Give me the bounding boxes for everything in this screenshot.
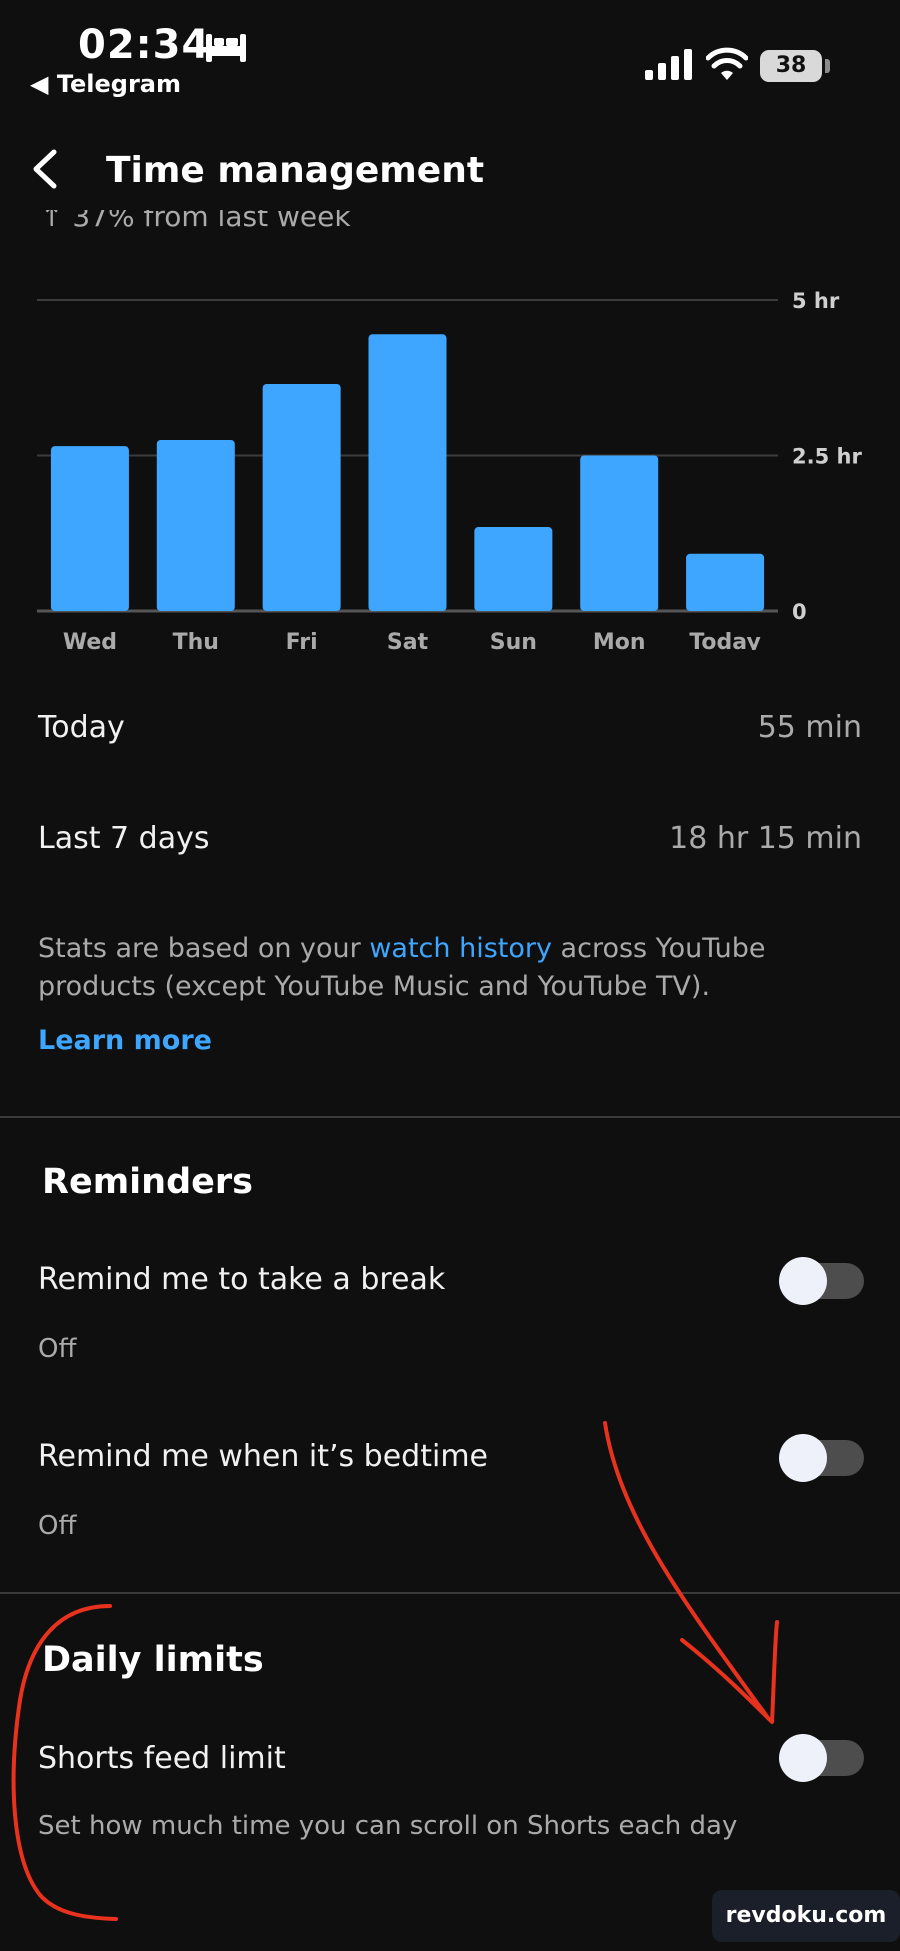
shorts-feed-limit-description: Set how much time you can scroll on Shor…	[38, 1811, 738, 1841]
back-to-telegram[interactable]: ◀ Telegram	[30, 70, 181, 98]
app-header: Time management	[0, 130, 900, 210]
break-reminder-status: Off	[38, 1334, 77, 1364]
toggle-knob	[779, 1257, 827, 1305]
shorts-feed-limit-toggle[interactable]	[779, 1734, 864, 1782]
reminders-heading: Reminders	[42, 1162, 253, 1202]
last-7-days-value: 18 hr 15 min	[669, 821, 862, 856]
x-tick-label: Today	[689, 630, 760, 650]
watermark: revdoku.com	[712, 1890, 900, 1942]
x-tick-label: Thu	[173, 630, 219, 650]
battery-indicator: 38	[760, 50, 822, 82]
section-divider	[0, 1116, 900, 1118]
annotation-arrow-head	[680, 1620, 779, 1724]
toggle-knob	[779, 1434, 827, 1482]
today-value: 55 min	[757, 710, 862, 745]
last-7-days-label: Last 7 days	[38, 821, 210, 856]
chart-bar	[580, 455, 659, 611]
stats-info-text: Stats are based on your watch history ac…	[38, 930, 838, 1006]
chart-bar	[50, 446, 129, 611]
battery-tip	[825, 59, 830, 73]
bedtime-reminder-label[interactable]: Remind me when it’s bedtime	[38, 1439, 488, 1474]
x-tick-label: Wed	[63, 630, 117, 650]
chart-bar	[474, 527, 553, 611]
chart-bar	[156, 439, 235, 611]
info-text-start: Stats are based on your	[38, 933, 370, 964]
section-divider	[0, 1592, 900, 1594]
status-clock: 02:34	[78, 22, 211, 68]
y-tick-label: 0	[792, 600, 807, 624]
wifi-icon	[706, 47, 748, 80]
bedtime-reminder-toggle[interactable]	[779, 1434, 864, 1482]
annotation-arrow-shaft	[603, 1421, 770, 1720]
toggle-knob	[779, 1734, 827, 1782]
watch-time-bar-chart: 0 2.5 hr 5 hr Wed Thu Fri Sat Sun Mon Today	[37, 289, 862, 650]
bed-icon	[206, 34, 246, 62]
y-tick-label: 5 hr	[792, 289, 840, 313]
break-reminder-toggle[interactable]	[779, 1257, 864, 1305]
y-tick-label: 2.5 hr	[792, 445, 862, 469]
status-bar: 02:34 ◀ Telegram 38	[0, 0, 900, 110]
daily-limits-heading: Daily limits	[42, 1640, 264, 1680]
chart-bar	[262, 383, 341, 611]
today-label: Today	[38, 710, 125, 745]
shorts-feed-limit-label[interactable]: Shorts feed limit	[38, 1741, 286, 1776]
bedtime-reminder-status: Off	[38, 1511, 77, 1541]
chart-bar	[368, 334, 447, 611]
page-title: Time management	[106, 150, 485, 191]
back-arrow-icon[interactable]	[22, 144, 72, 194]
learn-more-link[interactable]: Learn more	[38, 1025, 212, 1056]
x-tick-label: Mon	[593, 630, 646, 650]
watch-history-link[interactable]: watch history	[369, 933, 552, 964]
chart-bar	[686, 553, 765, 611]
x-tick-label: Sun	[490, 630, 537, 650]
break-reminder-label[interactable]: Remind me to take a break	[38, 1262, 445, 1297]
x-tick-label: Fri	[286, 630, 318, 650]
cellular-signal-icon	[645, 49, 692, 80]
x-tick-label: Sat	[387, 630, 429, 650]
